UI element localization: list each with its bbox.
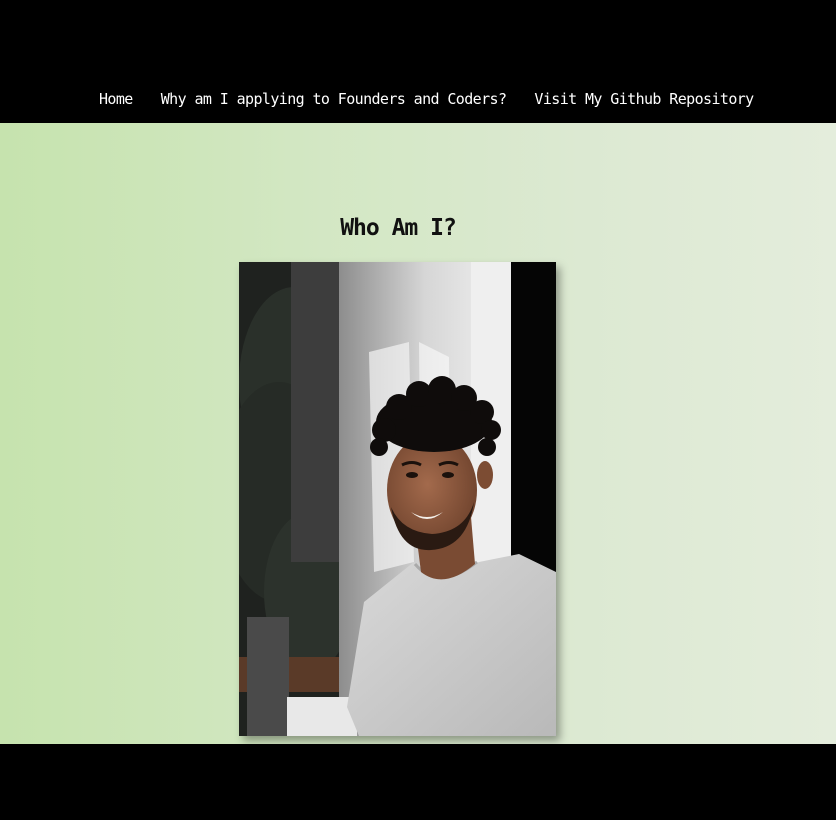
main-content: Who Am I?: [0, 123, 836, 744]
main-nav: Home Why am I applying to Founders and C…: [99, 88, 754, 110]
nav-link-home[interactable]: Home: [99, 90, 133, 108]
profile-photo: [239, 262, 556, 736]
page-title: Who Am I?: [340, 215, 457, 241]
top-navigation-bar: Home Why am I applying to Founders and C…: [0, 0, 836, 123]
nav-link-why-applying[interactable]: Why am I applying to Founders and Coders…: [161, 90, 507, 108]
nav-link-github[interactable]: Visit My Github Repository: [534, 90, 754, 108]
footer-bar: [0, 744, 836, 820]
